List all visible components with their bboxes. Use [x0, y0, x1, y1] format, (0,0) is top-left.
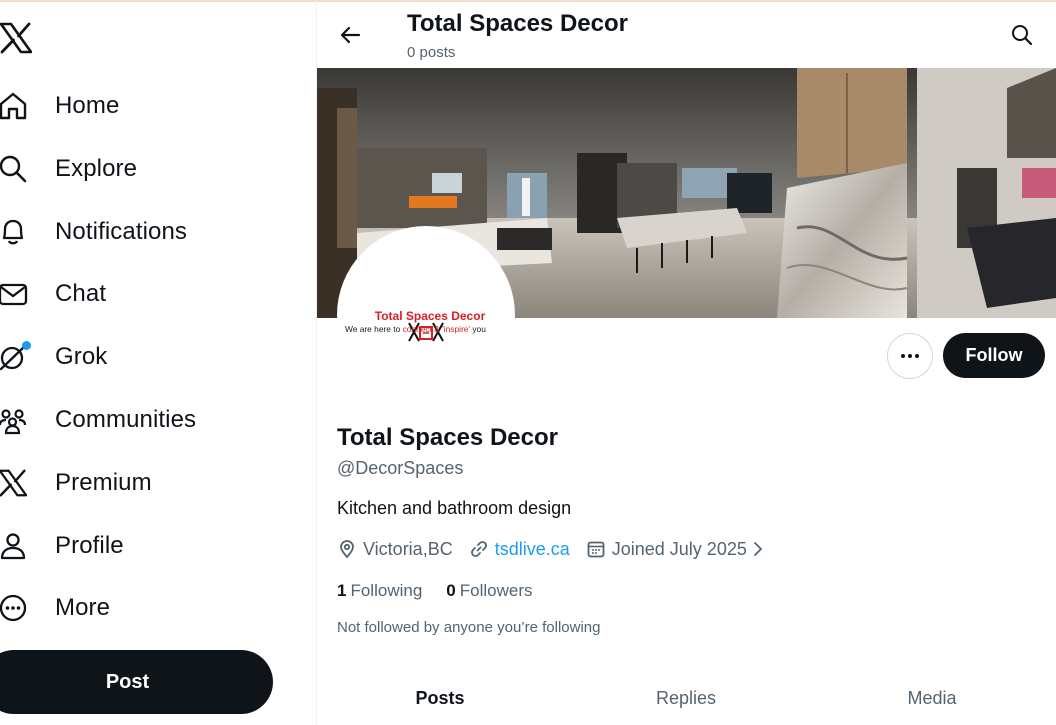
more-options-button[interactable] [887, 333, 933, 379]
link-icon [470, 541, 487, 557]
notification-dot [22, 341, 31, 350]
sidebar-item-explore[interactable]: Explore [0, 143, 300, 195]
post-button[interactable]: Post [0, 650, 273, 714]
sidebar-item-notifications[interactable]: Notifications [0, 206, 300, 258]
sidebar-item-label: More [55, 594, 111, 621]
location-item: Victoria,BC [337, 539, 453, 560]
page-title: Total Spaces Decor [407, 10, 628, 37]
followers-label: Followers [459, 581, 533, 600]
tab-replies[interactable]: Replies [563, 670, 809, 725]
joined-text: Joined July 2025 [611, 538, 747, 559]
sidebar-item-more[interactable]: More [0, 582, 300, 634]
profile-main: Total Spaces Decor 0 posts Total Spaces … [317, 0, 1056, 725]
following-count: 1 [337, 581, 347, 600]
sidebar: Home Explore Notifications Chat Grok Com… [0, 0, 316, 725]
communities-icon [0, 405, 28, 435]
website-item: tsdlive.ca [469, 539, 570, 560]
mail-icon [0, 279, 28, 309]
location-pin-icon [340, 540, 354, 559]
not-followed-notice: Not followed by anyone you’re following [337, 619, 601, 636]
search-icon [0, 154, 28, 184]
tab-media[interactable]: Media [809, 670, 1055, 725]
calendar-icon [587, 541, 605, 558]
sidebar-item-label: Grok [55, 343, 108, 370]
tagline-highlight: connect & 'inspire' [402, 324, 471, 334]
sidebar-item-label: Chat [55, 280, 107, 307]
location-text: Victoria,BC [363, 538, 453, 559]
sidebar-item-label: Communities [55, 406, 197, 433]
x-logo-icon [0, 468, 28, 498]
sidebar-item-label: Explore [55, 155, 138, 182]
sidebar-item-premium[interactable]: Premium [0, 457, 300, 509]
search-icon[interactable] [1007, 20, 1037, 50]
avatar-brand-text: Total Spaces Decor [374, 309, 486, 323]
sidebar-item-label: Notifications [55, 218, 188, 245]
home-icon [0, 91, 28, 121]
sidebar-item-label: Home [55, 92, 120, 119]
sidebar-item-grok[interactable]: Grok [0, 331, 300, 383]
chevron-right-icon [753, 542, 763, 556]
profile-handle: @DecorSpaces [337, 458, 464, 478]
profile-bio: Kitchen and bathroom design [337, 498, 572, 518]
ellipsis-icon [901, 354, 919, 358]
website-link[interactable]: tsdlive.ca [495, 539, 570, 560]
profile-tabs: Posts Replies Media [317, 670, 1056, 725]
joined-item[interactable]: Joined July 2025 [586, 539, 771, 560]
profile-meta: Victoria,BC tsdlive.ca Joined July 2025 [337, 537, 787, 561]
back-arrow-icon[interactable] [333, 18, 367, 52]
avatar-tagline: We are here to connect & 'inspire' you [345, 324, 511, 334]
sidebar-item-label: Profile [55, 532, 124, 559]
followers-count-link[interactable]: 0 Followers [446, 581, 532, 601]
tagline-end: you [470, 324, 486, 334]
following-label: Following [350, 581, 423, 600]
following-count-link[interactable]: 1 Following [337, 581, 422, 601]
tagline-start: We are here to [345, 324, 403, 334]
follow-button[interactable]: Follow [943, 333, 1045, 378]
followers-count: 0 [446, 581, 456, 600]
tab-posts[interactable]: Posts [317, 670, 563, 725]
follow-counts: 1 Following 0 Followers [337, 581, 557, 601]
person-icon [0, 531, 28, 561]
sidebar-item-label: Premium [55, 469, 152, 496]
sidebar-item-profile[interactable]: Profile [0, 520, 300, 572]
sidebar-item-home[interactable]: Home [0, 80, 300, 132]
bell-icon [0, 217, 28, 247]
post-count: 0 posts [407, 44, 456, 61]
avatar[interactable]: Total Spaces Decor We are here to connec… [337, 226, 515, 404]
profile-name: Total Spaces Decor [337, 424, 558, 451]
sidebar-item-communities[interactable]: Communities [0, 394, 300, 446]
sidebar-item-chat[interactable]: Chat [0, 268, 300, 320]
grok-icon [0, 341, 31, 372]
x-logo-icon[interactable] [0, 22, 33, 54]
more-circle-icon [0, 593, 28, 623]
